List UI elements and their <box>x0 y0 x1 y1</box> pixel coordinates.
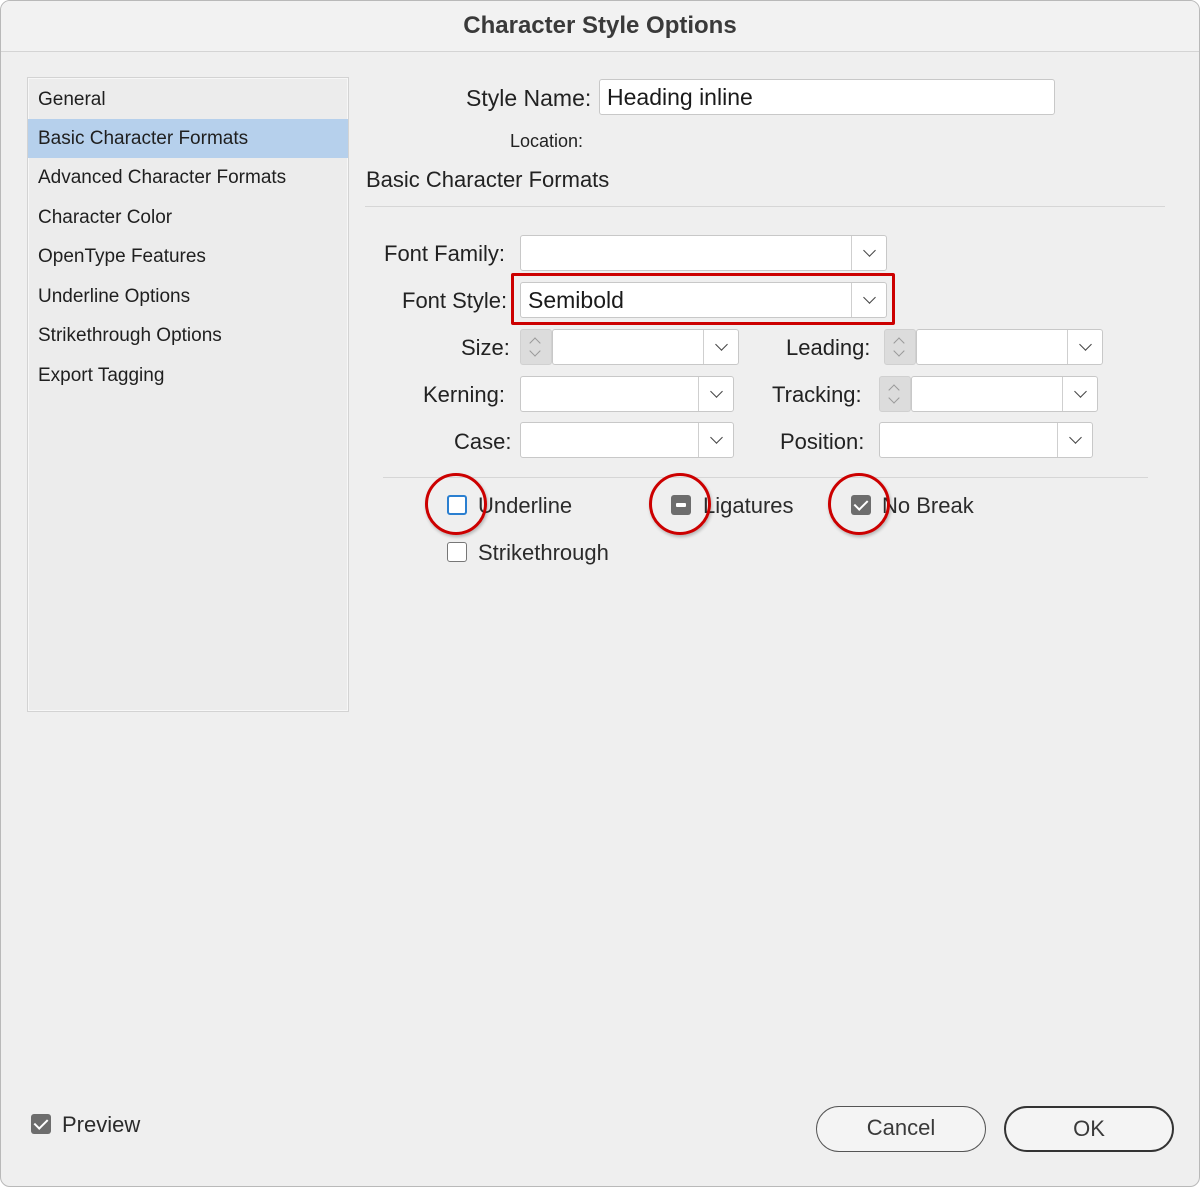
sidebar-item-label: Export Tagging <box>38 365 165 386</box>
ok-button[interactable]: OK <box>1004 1106 1174 1152</box>
size-stepper[interactable] <box>520 329 552 365</box>
tracking-stepper[interactable] <box>879 376 911 412</box>
chevron-down-icon <box>851 236 886 270</box>
chevron-down-icon <box>529 345 541 357</box>
style-name-label: Style Name: <box>466 85 592 111</box>
character-style-options-dialog: Character Style Options General Basic Ch… <box>0 0 1200 1187</box>
section-title: Basic Character Formats <box>366 167 610 192</box>
no-break-highlight-circle <box>828 473 890 535</box>
chevron-down-icon <box>893 345 905 357</box>
sidebar-item-label: OpenType Features <box>38 246 206 267</box>
sidebar-item-label: Character Color <box>38 207 173 228</box>
chevron-down-icon <box>703 330 738 364</box>
location-label: Location: <box>510 131 584 151</box>
chevron-down-icon <box>1062 377 1097 411</box>
kerning-label: Kerning: <box>423 382 505 407</box>
preview-label[interactable]: Preview <box>62 1112 140 1138</box>
position-dropdown[interactable] <box>879 422 1093 458</box>
title-bar: Character Style Options <box>1 1 1199 52</box>
leading-label: Leading: <box>786 335 871 360</box>
chevron-down-icon <box>888 392 900 404</box>
leading-stepper[interactable] <box>884 329 916 365</box>
font-family-dropdown[interactable] <box>520 235 887 271</box>
sidebar-item-opentype-features[interactable]: OpenType Features <box>28 237 348 276</box>
strikethrough-checkbox[interactable] <box>447 542 467 562</box>
section-divider <box>365 206 1165 207</box>
sidebar-item-character-color[interactable]: Character Color <box>28 198 348 237</box>
options-divider <box>383 477 1148 478</box>
no-break-label[interactable]: No Break <box>882 493 974 519</box>
strikethrough-label[interactable]: Strikethrough <box>478 540 609 566</box>
case-label: Case: <box>454 429 512 454</box>
size-dropdown[interactable] <box>552 329 739 365</box>
font-style-label: Font Style: <box>402 288 508 313</box>
sidebar-item-strikethrough-options[interactable]: Strikethrough Options <box>28 316 348 355</box>
preview-checkbox[interactable] <box>31 1114 51 1134</box>
tracking-label: Tracking: <box>772 382 862 407</box>
case-dropdown[interactable] <box>520 422 734 458</box>
ligatures-label[interactable]: Ligatures <box>703 493 794 519</box>
chevron-down-icon <box>1067 330 1102 364</box>
chevron-down-icon <box>698 377 733 411</box>
sidebar-item-label: Strikethrough Options <box>38 325 222 346</box>
size-label: Size: <box>461 335 510 360</box>
cancel-button[interactable]: Cancel <box>816 1106 986 1152</box>
font-family-label: Font Family: <box>384 241 506 266</box>
sidebar-item-label: General <box>38 89 106 110</box>
tracking-dropdown[interactable] <box>911 376 1098 412</box>
ligatures-highlight-circle <box>649 473 711 535</box>
chevron-down-icon <box>698 423 733 457</box>
underline-label[interactable]: Underline <box>478 493 572 519</box>
style-name-field[interactable]: Heading inline <box>599 79 1055 115</box>
sidebar-item-basic-character-formats[interactable]: Basic Character Formats <box>28 119 348 158</box>
sidebar-item-underline-options[interactable]: Underline Options <box>28 277 348 316</box>
font-style-highlight <box>511 273 895 325</box>
sidebar-item-label: Basic Character Formats <box>38 128 249 149</box>
underline-highlight-circle <box>425 473 487 535</box>
chevron-down-icon <box>1057 423 1092 457</box>
sidebar-item-export-tagging[interactable]: Export Tagging <box>28 356 348 395</box>
style-name-value: Heading inline <box>607 84 753 110</box>
sidebar-item-advanced-character-formats[interactable]: Advanced Character Formats <box>28 158 348 197</box>
leading-dropdown[interactable] <box>916 329 1103 365</box>
window-title: Character Style Options <box>463 12 737 39</box>
kerning-dropdown[interactable] <box>520 376 734 412</box>
category-list: General Basic Character Formats Advanced… <box>27 77 349 712</box>
sidebar-item-label: Underline Options <box>38 286 191 307</box>
sidebar-item-general[interactable]: General <box>28 80 348 119</box>
sidebar-item-label: Advanced Character Formats <box>38 167 287 188</box>
position-label: Position: <box>780 429 865 454</box>
